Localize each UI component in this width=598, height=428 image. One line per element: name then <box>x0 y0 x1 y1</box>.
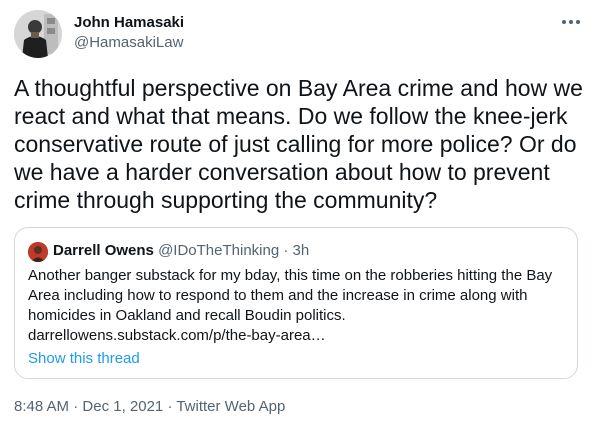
author-name[interactable]: John Hamasaki <box>74 13 184 33</box>
more-horizontal-icon <box>562 20 580 24</box>
quoted-tweet-time[interactable]: 3h <box>293 242 310 259</box>
tweet-date[interactable]: Dec 1, 2021 <box>82 398 163 415</box>
quoted-author-avatar[interactable] <box>28 242 48 262</box>
tweet-text: A thoughtful perspective on Bay Area cri… <box>14 75 583 213</box>
quoted-tweet[interactable]: Darrell Owens @IDoTheThinking · 3h Anoth… <box>14 227 578 379</box>
more-options-button[interactable] <box>556 10 586 34</box>
quoted-author-handle[interactable]: @IDoTheThinking <box>158 242 279 259</box>
author-avatar[interactable] <box>14 10 62 58</box>
tweet-timestamp[interactable]: 8:48 AM <box>14 398 69 415</box>
meta-separator: · <box>163 398 177 415</box>
avatar-photo-icon <box>28 242 48 262</box>
author-handle[interactable]: @HamasakiLaw <box>74 33 183 53</box>
quoted-tweet-header: Darrell Owens @IDoTheThinking · 3h <box>53 241 309 261</box>
show-thread-link[interactable]: Show this thread <box>28 349 140 369</box>
header-separator: · <box>279 242 293 259</box>
quoted-tweet-text: Another banger substack for my bday, thi… <box>28 267 553 324</box>
quoted-author-name[interactable]: Darrell Owens <box>53 242 154 259</box>
tweet: John Hamasaki @HamasakiLaw A thoughtful … <box>0 0 598 428</box>
tweet-source[interactable]: Twitter Web App <box>176 398 285 415</box>
meta-separator: · <box>69 398 83 415</box>
tweet-metadata: 8:48 AM · Dec 1, 2021 · Twitter Web App <box>14 397 285 417</box>
quoted-tweet-link[interactable]: darrellowens.substack.com/p/the-bay-area… <box>28 326 326 346</box>
avatar-photo-icon <box>14 10 62 58</box>
